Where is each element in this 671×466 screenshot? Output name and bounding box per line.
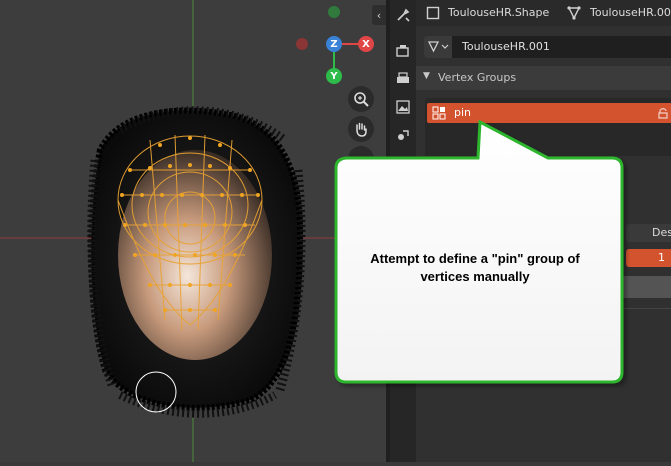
tab-scene[interactable] xyxy=(392,124,414,146)
breadcrumb-shape-key: ToulouseHR.Shape xyxy=(448,6,550,19)
properties-tabs xyxy=(390,0,416,462)
breadcrumb-mesh: ToulouseHR.001 xyxy=(590,6,671,19)
gizmo-neg-y[interactable] xyxy=(328,6,340,18)
list-item[interactable]: pin xyxy=(427,103,671,123)
hand-icon xyxy=(356,122,367,137)
mesh-data-icon xyxy=(427,41,449,53)
pan-button[interactable] xyxy=(348,116,374,142)
properties-panel: ToulouseHR.Shape ToulouseHR.001 Toulouse… xyxy=(416,0,671,462)
collapse-toggle[interactable]: ‹ xyxy=(372,5,386,25)
datablock-browse-button[interactable] xyxy=(424,36,452,58)
gizmo-x[interactable]: X xyxy=(358,36,374,52)
camera-view-button[interactable] xyxy=(348,146,374,172)
vertex-group-list[interactable]: pin xyxy=(425,98,671,156)
magnify-icon xyxy=(354,92,369,107)
vertex-groups-panel-header[interactable]: ▼ Vertex Groups xyxy=(416,66,671,90)
gizmo-y[interactable]: Y xyxy=(326,68,342,84)
weight-field-header[interactable]: Des xyxy=(626,224,671,242)
vertex-group-name[interactable]: pin xyxy=(454,106,471,119)
chevron-left-icon: ‹ xyxy=(376,8,382,22)
breadcrumb: ToulouseHR.Shape ToulouseHR.001 xyxy=(416,0,671,26)
tab-render[interactable] xyxy=(392,40,414,62)
tool-icon xyxy=(397,8,410,22)
render-icon xyxy=(396,45,409,57)
assign-button-row[interactable] xyxy=(616,276,671,298)
image-icon xyxy=(396,100,410,114)
datablock-name[interactable]: ToulouseHR.001 xyxy=(462,40,550,53)
mesh-data-icon xyxy=(567,6,581,20)
vertex-group-icon xyxy=(432,106,446,120)
tab-output[interactable] xyxy=(392,68,414,90)
vertex-groups-title: Vertex Groups xyxy=(438,71,517,84)
scene-icon xyxy=(398,130,409,140)
weight-value: 1 xyxy=(658,251,665,264)
mesh-datablock-selector[interactable]: ToulouseHR.001 xyxy=(424,36,671,58)
tab-view-layer[interactable] xyxy=(392,96,414,118)
3d-viewport[interactable]: Z X Y ‹ xyxy=(0,0,386,462)
deselect-label: Des xyxy=(652,226,671,239)
tab-tool[interactable] xyxy=(392,4,414,26)
lower-panel-separator xyxy=(425,308,671,309)
weight-value-field[interactable]: 1 xyxy=(626,249,671,267)
zoom-button[interactable] xyxy=(348,86,374,112)
gizmo-z[interactable]: Z xyxy=(326,36,342,52)
tab-world[interactable] xyxy=(392,152,414,174)
chevron-down-icon: ▼ xyxy=(423,71,430,81)
shape-key-icon xyxy=(426,6,440,20)
printer-icon xyxy=(397,72,409,83)
lock-icon[interactable] xyxy=(657,107,669,119)
